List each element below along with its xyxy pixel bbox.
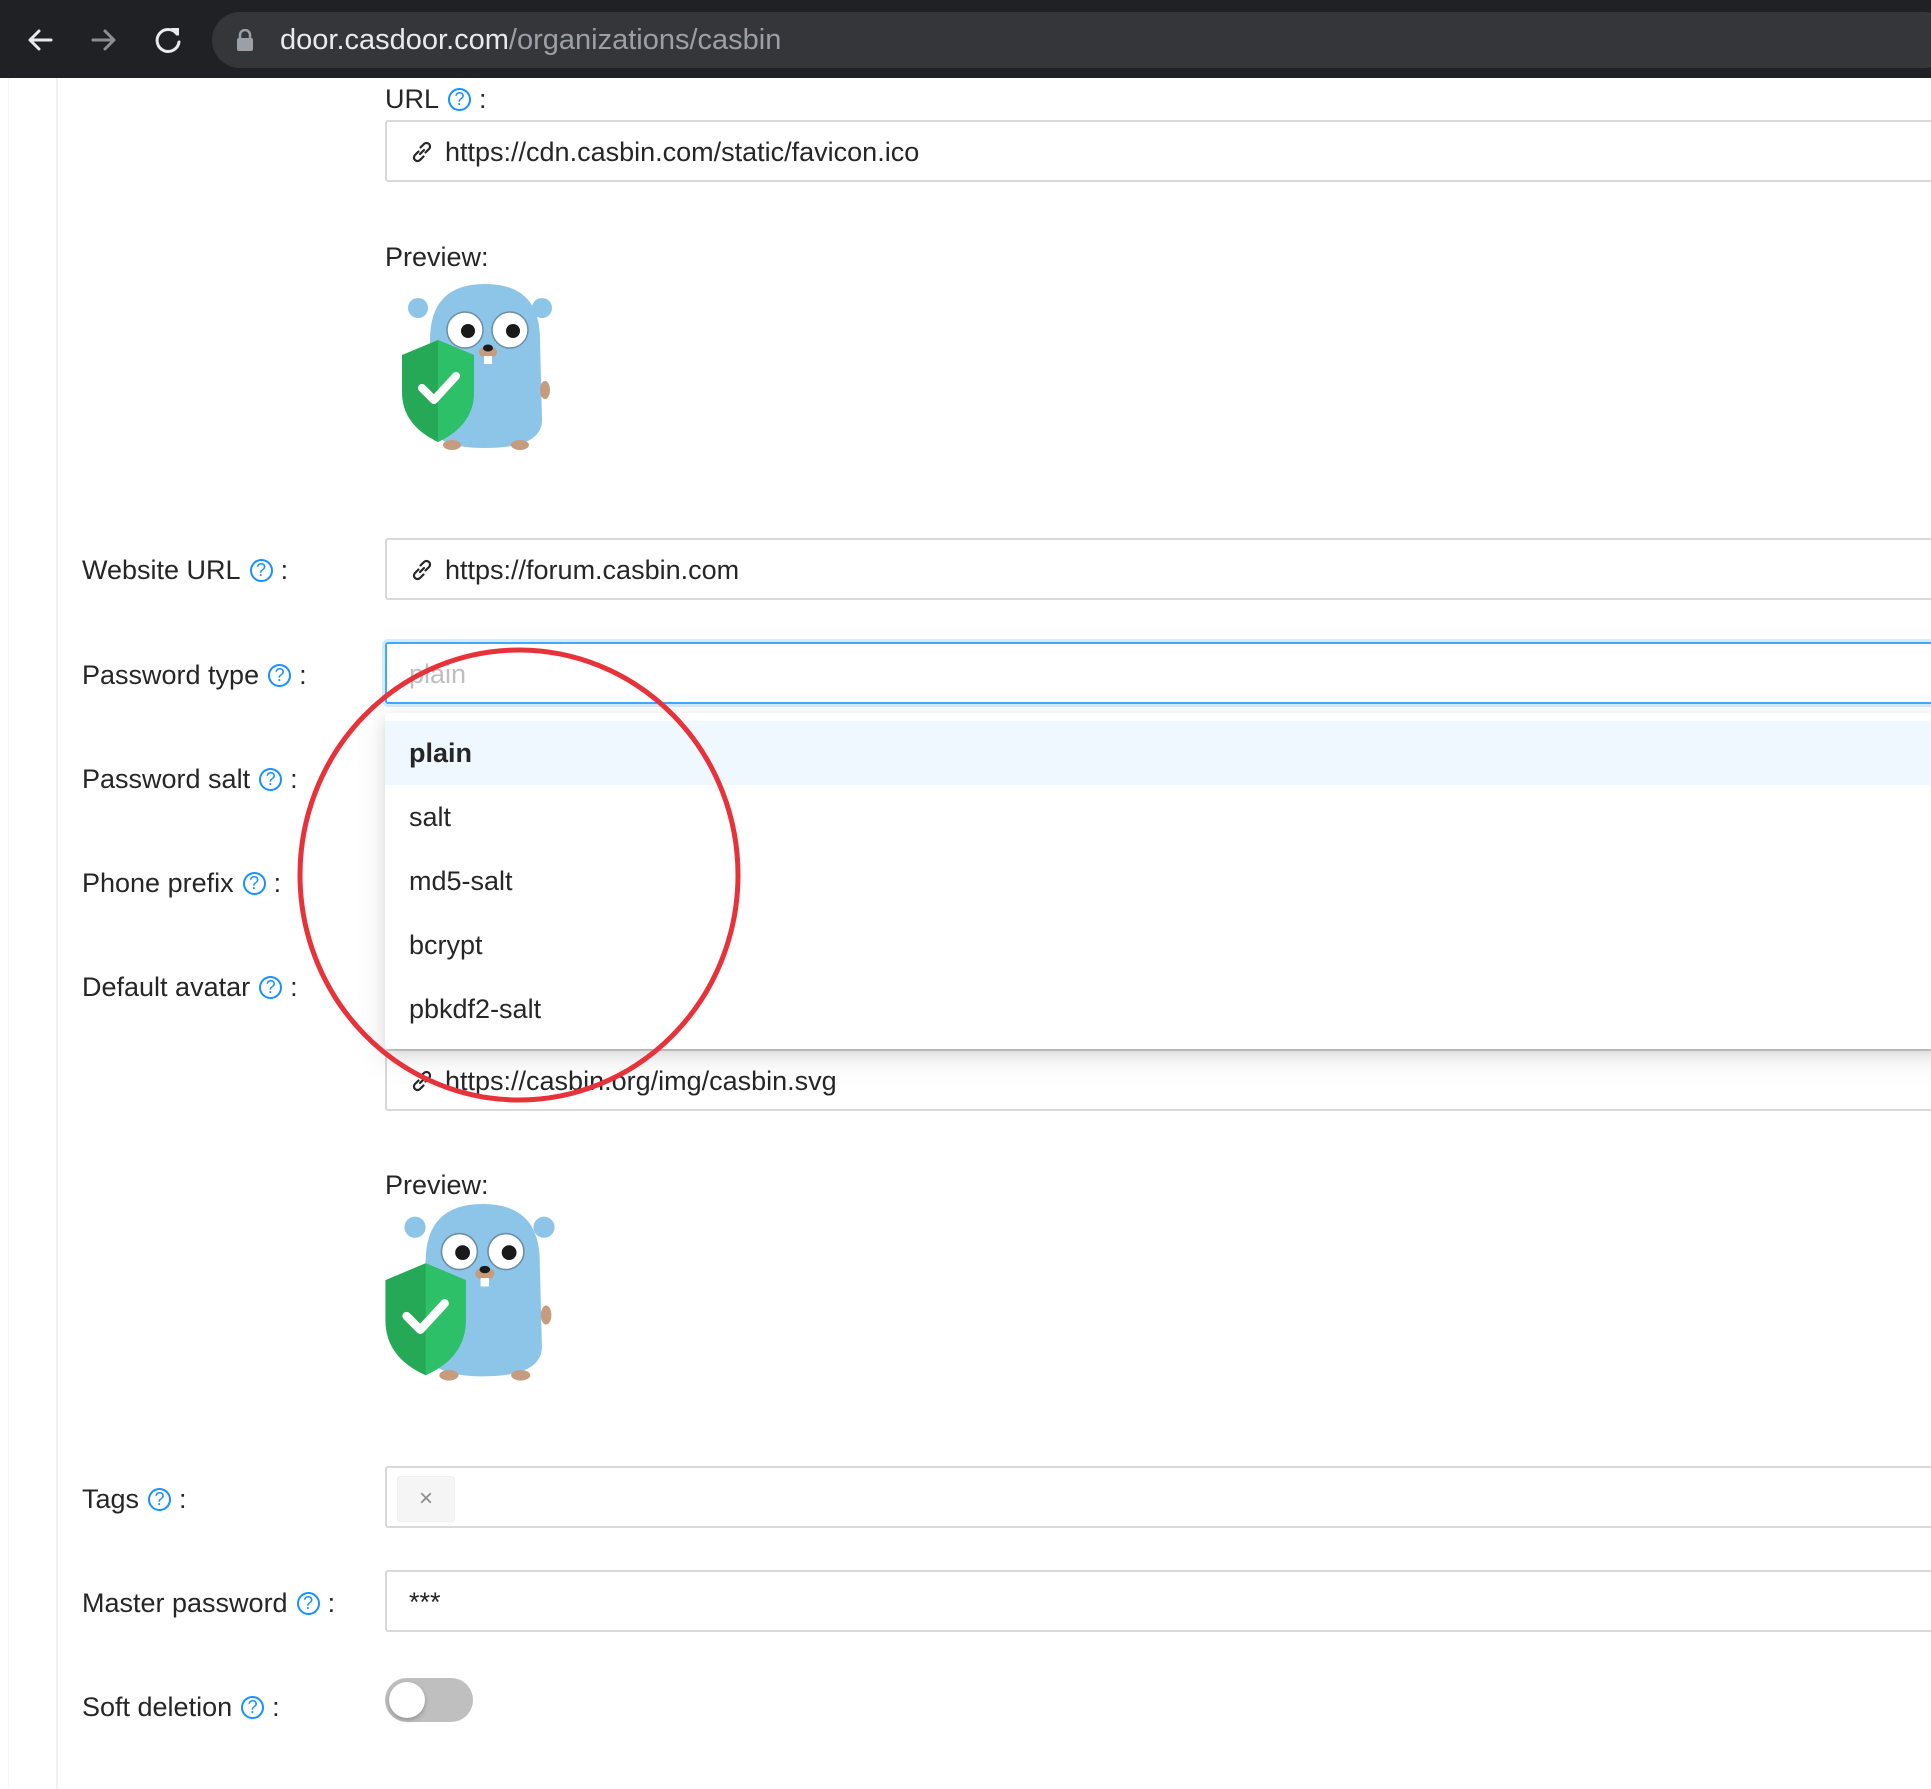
favicon-url-value: https://cdn.casbin.com/static/favicon.ic…	[445, 137, 920, 167]
dropdown-option-bcrypt[interactable]: bcrypt	[385, 913, 1931, 977]
link-icon	[409, 557, 435, 588]
password-type-label: Password type ? :	[82, 659, 307, 691]
default-avatar-label: Default avatar ? :	[82, 971, 298, 1003]
master-password-label: Master password ? :	[82, 1587, 335, 1619]
website-url-input[interactable]: https://forum.casbin.com	[385, 538, 1931, 600]
dropdown-option-pbkdf2-salt[interactable]: pbkdf2-salt	[385, 977, 1931, 1041]
tag-remove-icon[interactable]: ×	[397, 1476, 455, 1522]
label-colon: :	[290, 972, 298, 1002]
password-type-dropdown: plain salt md5-salt bcrypt pbkdf2-salt	[385, 713, 1931, 1049]
label-colon: :	[299, 660, 307, 690]
dropdown-option-plain[interactable]: plain	[385, 721, 1931, 785]
lock-icon[interactable]	[236, 28, 254, 56]
help-icon[interactable]: ?	[296, 1591, 320, 1615]
favicon-url-label: URL ? :	[385, 83, 487, 115]
label-colon: :	[327, 1588, 336, 1618]
help-icon[interactable]: ?	[249, 558, 273, 582]
dropdown-option-md5-salt[interactable]: md5-salt	[385, 849, 1931, 913]
password-salt-label: Password salt ? :	[82, 763, 298, 795]
favicon-preview-label: Preview:	[385, 242, 489, 272]
tags-label-text: Tags	[82, 1484, 140, 1514]
soft-deletion-switch[interactable]	[385, 1678, 473, 1722]
default-avatar-input[interactable]: https://casbin.org/img/casbin.svg	[385, 1049, 1931, 1111]
default-avatar-value: https://casbin.org/img/casbin.svg	[445, 1066, 837, 1096]
master-password-input[interactable]: ***	[385, 1570, 1931, 1632]
password-type-placeholder: plain	[409, 659, 467, 689]
help-icon[interactable]: ?	[242, 871, 266, 895]
label-colon: :	[179, 1484, 187, 1514]
link-icon	[409, 1068, 435, 1099]
label-colon: :	[273, 868, 282, 898]
favicon-url-input[interactable]: https://cdn.casbin.com/static/favicon.ic…	[385, 120, 1931, 182]
reload-icon[interactable]	[146, 18, 190, 62]
tags-select[interactable]: ×	[385, 1466, 1931, 1528]
label-colon: :	[272, 1692, 280, 1722]
phone-prefix-label-text: Phone prefix	[82, 868, 234, 898]
address-url[interactable]: door.casdoor.com/organizations/casbin	[280, 25, 781, 55]
address-bar[interactable]: door.casdoor.com/organizations/casbin	[212, 12, 1931, 68]
tags-label: Tags ? :	[82, 1483, 187, 1515]
website-url-label-text: Website URL	[82, 555, 241, 585]
phone-prefix-label: Phone prefix ? :	[82, 867, 281, 899]
label-colon: :	[280, 555, 289, 585]
avatar-preview-image	[385, 1204, 555, 1394]
password-type-select[interactable]: plain	[385, 642, 1931, 704]
password-salt-label-text: Password salt	[82, 764, 251, 794]
url-path: /organizations/casbin	[508, 24, 782, 56]
content-divider	[56, 78, 58, 1789]
help-icon[interactable]: ?	[148, 1487, 172, 1511]
website-url-label: Website URL ? :	[82, 554, 288, 586]
master-password-label-text: Master password	[82, 1588, 288, 1618]
url-host: door.casdoor.com	[280, 24, 509, 56]
help-icon[interactable]: ?	[448, 87, 472, 111]
help-icon[interactable]: ?	[268, 663, 292, 687]
password-type-label-text: Password type	[82, 660, 260, 690]
avatar-preview-label: Preview:	[385, 1170, 489, 1200]
back-arrow-icon[interactable]	[18, 18, 62, 62]
browser-toolbar: door.casdoor.com/organizations/casbin	[0, 0, 1931, 78]
label-colon: :	[479, 84, 487, 114]
master-password-value: ***	[409, 1587, 441, 1617]
link-icon	[409, 139, 435, 170]
forward-arrow-icon[interactable]	[82, 18, 126, 62]
page-edge	[8, 78, 9, 1789]
help-icon[interactable]: ?	[241, 1695, 265, 1719]
switch-knob	[389, 1682, 425, 1718]
website-url-value: https://forum.casbin.com	[445, 555, 740, 585]
default-avatar-label-text: Default avatar	[82, 972, 251, 1002]
soft-deletion-label: Soft deletion ? :	[82, 1691, 280, 1723]
favicon-url-label-text: URL	[385, 84, 440, 114]
help-icon[interactable]: ?	[259, 975, 283, 999]
soft-deletion-label-text: Soft deletion	[82, 1692, 233, 1722]
dropdown-option-salt[interactable]: salt	[385, 785, 1931, 849]
help-icon[interactable]: ?	[259, 767, 283, 791]
favicon-preview-image	[400, 280, 560, 460]
label-colon: :	[290, 764, 298, 794]
